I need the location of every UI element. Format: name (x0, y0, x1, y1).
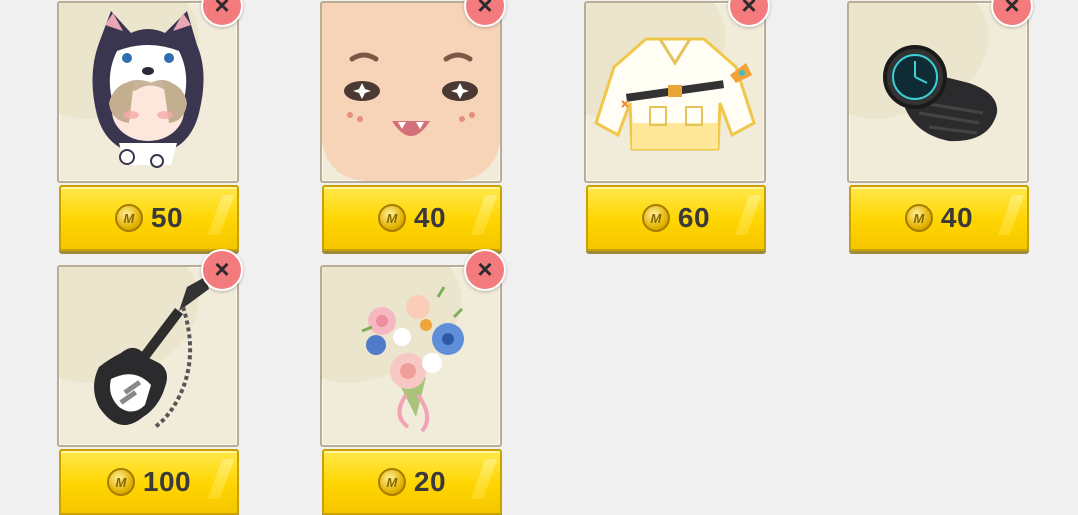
close-icon: × (477, 0, 493, 20)
coin-icon: M (904, 204, 933, 232)
item-tile-electric-guitar[interactable] (57, 265, 239, 447)
close-icon: × (214, 0, 230, 20)
cart-items-grid: M 50 × M 40 × M 60 × M 40 × M 100 × M 20… (0, 0, 1078, 515)
husky-hood-icon (92, 11, 204, 168)
guitar-icon (94, 277, 209, 429)
price-amount: 60 (677, 202, 711, 233)
remove-item-button[interactable]: × (201, 249, 243, 291)
price-button[interactable]: M 20 (322, 449, 502, 515)
item-tile-husky-hood[interactable] (57, 1, 239, 183)
cart-item: M 60 × (584, 0, 770, 251)
item-tile-white-jacket[interactable] (584, 1, 766, 183)
watch-icon (883, 45, 998, 142)
item-tile-black-watch[interactable] (847, 1, 1029, 183)
close-icon: × (214, 254, 230, 284)
bouquet-icon (361, 286, 464, 433)
price-button[interactable]: M 40 (322, 185, 502, 251)
price-amount: 100 (142, 466, 192, 497)
smiling-face-icon (322, 3, 500, 181)
price-button[interactable]: M 60 (586, 185, 766, 251)
coin-icon: M (377, 204, 406, 232)
coin-icon: M (377, 468, 406, 496)
price-amount: 50 (150, 202, 184, 233)
coin-icon: M (106, 468, 135, 496)
cart-item: M 100 × (57, 249, 243, 515)
price-amount: 20 (413, 466, 447, 497)
coin-icon: M (114, 204, 143, 232)
item-tile-smiling-face[interactable] (320, 1, 502, 183)
close-icon: × (741, 0, 757, 20)
cart-item: M 40 × (847, 0, 1033, 251)
cart-item: M 50 × (57, 0, 243, 251)
close-icon: × (1004, 0, 1020, 20)
close-icon: × (477, 254, 493, 284)
price-button[interactable]: M 40 (849, 185, 1029, 251)
cart-item: M 40 × (320, 0, 506, 251)
remove-item-button[interactable]: × (464, 249, 506, 291)
price-amount: 40 (413, 202, 447, 233)
cart-item: M 20 × (320, 249, 506, 515)
item-tile-flower-bouquet[interactable] (320, 265, 502, 447)
price-button[interactable]: M 100 (59, 449, 239, 515)
coin-icon: M (641, 204, 670, 232)
price-button[interactable]: M 50 (59, 185, 239, 251)
price-amount: 40 (940, 202, 974, 233)
jacket-icon (594, 37, 756, 151)
